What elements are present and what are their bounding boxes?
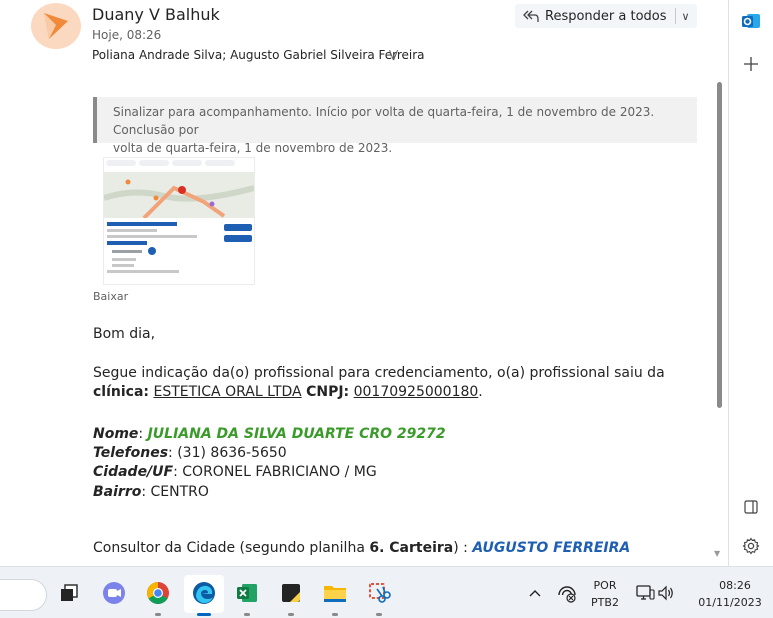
avatar-logo: [44, 13, 68, 39]
avatar[interactable]: [31, 3, 81, 49]
consultor-sheet: 6. Carteira: [369, 540, 454, 556]
chrome-icon: [147, 582, 169, 604]
snipping-tool-icon: [369, 583, 391, 603]
volume-button[interactable]: [653, 580, 679, 606]
running-indicator: [332, 613, 338, 616]
edge-icon: [193, 582, 215, 604]
telefones-line: Telefones: (31) 8636-5650: [93, 445, 287, 461]
telefones-value: (31) 8636-5650: [177, 445, 287, 461]
excel-button[interactable]: [234, 580, 260, 606]
taskbar: POR PTB2 08:26 01/11/2023: [0, 566, 773, 618]
network-icon: [558, 586, 576, 603]
task-view-icon: [61, 584, 78, 601]
flag-notice-line: volta de quarta-feira, 1 de novembro de …: [113, 141, 393, 155]
running-indicator: [155, 613, 161, 616]
cidade-line: Cidade/UF: CORONEL FABRICIANO / MG: [93, 464, 377, 480]
sticky-notes-icon: [282, 584, 300, 602]
reply-all-label: Responder a todos: [545, 8, 667, 24]
excel-icon: [237, 584, 257, 602]
clock-time[interactable]: 08:26: [700, 579, 770, 592]
right-side-rail: [729, 0, 773, 566]
file-explorer-icon: [324, 586, 346, 602]
cidade-value: CORONEL FABRICIANO / MG: [182, 464, 377, 480]
chevron-up-icon: [529, 590, 541, 597]
nome-label: Nome: [93, 426, 139, 442]
flag-notice-line: Sinalizar para acompanhamento. Início po…: [113, 105, 655, 137]
running-indicator: [288, 613, 294, 616]
bairro-line: Bairro: CENTRO: [93, 484, 209, 500]
attachment-thumbnail[interactable]: [103, 157, 255, 285]
consultor-line: Consultor da Cidade (segundo planilha 6.…: [93, 540, 630, 556]
sticky-notes-button[interactable]: [278, 580, 304, 606]
greeting: Bom dia,: [93, 326, 156, 342]
consultor-prefix: Consultor da Cidade (segundo planilha: [93, 540, 370, 556]
bairro-value: CENTRO: [150, 484, 209, 500]
snipping-tool-button[interactable]: [366, 580, 392, 606]
show-hidden-icons-button[interactable]: [522, 580, 548, 606]
chrome-button[interactable]: [145, 580, 171, 606]
map-screenshot-image: [104, 158, 254, 284]
consultor-name: AUGUSTO FERREIRA: [472, 540, 631, 556]
intro-line: Segue indicação da(o) profissional para …: [93, 365, 665, 381]
cnpj-value: 00170925000180: [353, 384, 479, 400]
telefones-label: Telefones: [93, 445, 169, 461]
running-indicator: [244, 613, 250, 616]
nome-line: Nome: JULIANA DA SILVA DUARTE CRO 29272: [93, 426, 446, 442]
cnpj-label: CNPJ:: [306, 384, 350, 400]
teams-icon: [103, 582, 125, 604]
task-view-button[interactable]: [56, 580, 82, 606]
language-code[interactable]: POR: [588, 579, 622, 592]
cidade-label: Cidade/UF: [93, 464, 174, 480]
outlook-icon: [742, 14, 760, 28]
network-status[interactable]: [554, 580, 580, 606]
scroll-down-icon[interactable]: ▼: [714, 549, 720, 558]
keyboard-layout[interactable]: PTB2: [588, 596, 622, 609]
flag-notice: Sinalizar para acompanhamento. Início po…: [93, 97, 697, 155]
bairro-label: Bairro: [93, 484, 142, 500]
volume-icon: [658, 585, 673, 601]
reply-all-icon: [521, 7, 541, 25]
download-link[interactable]: Baixar: [93, 290, 128, 303]
expand-recipients-icon[interactable]: ⋁: [389, 48, 398, 61]
display-icon: [636, 585, 655, 600]
settings-button[interactable]: [729, 532, 773, 560]
period: .: [478, 384, 483, 400]
edge-button[interactable]: [191, 580, 217, 606]
split-view-button[interactable]: [729, 493, 773, 521]
nome-value: JULIANA DA SILVA DUARTE CRO 29272: [147, 426, 446, 442]
split-view-icon: [744, 500, 758, 514]
clock-date[interactable]: 01/11/2023: [690, 596, 770, 609]
add-app-button[interactable]: [729, 50, 773, 78]
outlook-button[interactable]: [729, 7, 773, 35]
clinic-name: ESTETICA ORAL LTDA: [153, 384, 302, 400]
teams-button[interactable]: [101, 580, 127, 606]
vertical-scrollbar-thumb[interactable]: [717, 82, 722, 408]
sender-name[interactable]: Duany V Balhuk: [92, 5, 220, 24]
add-icon: [744, 57, 758, 71]
active-indicator: [197, 613, 211, 616]
recipients-list[interactable]: Poliana Andrade Silva; Augusto Gabriel S…: [92, 48, 425, 62]
clinic-label: clínica:: [93, 384, 150, 400]
consultor-suffix: ) :: [453, 540, 473, 556]
divider: [674, 8, 676, 24]
clinic-line: clínica: ESTETICA ORAL LTDA CNPJ: 001709…: [93, 384, 483, 400]
email-date: Hoje, 08:26: [92, 28, 162, 42]
reading-pane: Duany V Balhuk Hoje, 08:26 Poliana Andra…: [0, 0, 729, 566]
reply-all-button[interactable]: Responder a todos ∨: [515, 4, 697, 28]
taskbar-search[interactable]: [0, 579, 47, 611]
running-indicator: [376, 613, 382, 616]
chevron-down-icon[interactable]: ∨: [682, 10, 690, 23]
settings-icon: [742, 537, 760, 555]
file-explorer-button[interactable]: [322, 580, 348, 606]
